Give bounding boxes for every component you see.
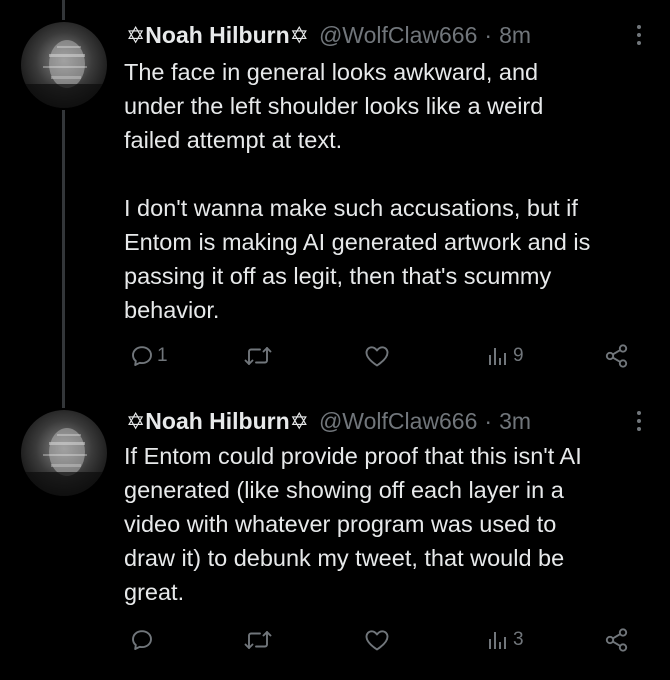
tweet-text-line: failed attempt at text. [124,127,343,153]
user-handle[interactable]: @WolfClaw666 [319,404,477,438]
action-bar: 3 [0,622,670,658]
tweet-text-line: behavior. [124,297,220,323]
tweet-text: If Entom could provide proof that this i… [124,439,658,609]
views-button[interactable]: 9 [486,338,524,374]
tweet-text: The face in general looks awkward, and u… [124,55,658,327]
user-handle[interactable]: @WolfClaw666 [319,18,477,52]
avatar[interactable] [21,22,107,108]
retweet-icon [244,631,272,649]
thread-line [62,0,65,20]
like-button[interactable] [364,338,390,374]
reply-icon [132,346,152,366]
tweet-text-line: under the left shoulder looks like a wei… [124,93,544,119]
views-icon [489,632,506,649]
retweet-button[interactable] [244,338,272,374]
reply-icon [132,630,152,650]
tweet-text-line: I don't wanna make such accusations, but… [124,195,578,221]
tweet-text-line: draw it) to debunk my tweet, that would … [124,545,565,571]
tweet[interactable]: ✡Noah Hilburn✡ @WolfClaw666 · 3m If Ento… [0,392,670,680]
action-bar: 1 9 [0,338,670,374]
separator-dot: · [484,408,493,434]
views-count: 9 [513,345,524,366]
tweet-text-line: generated (like showing off each layer i… [124,477,564,503]
share-icon [605,344,628,368]
share-button[interactable] [604,338,630,374]
retweet-icon [244,347,272,365]
views-count: 3 [513,629,524,650]
reply-count: 1 [157,345,168,366]
tweet-header: ✡Noah Hilburn✡ @WolfClaw666 · 8m [126,18,650,52]
like-icon [365,346,389,367]
share-icon [605,628,628,652]
tweet[interactable]: ✡Noah Hilburn✡ @WolfClaw666 · 8m The fac… [0,0,670,392]
tweet-text-line: video with whatever program was used to [124,511,557,537]
timestamp[interactable]: 8m [499,18,531,52]
separator-dot: · [484,22,493,48]
tweet-text-line: The face in general looks awkward, and [124,59,539,85]
tweet-text-line: great. [124,579,185,605]
thread-line [62,392,65,408]
avatar[interactable] [21,410,107,496]
display-name[interactable]: ✡Noah Hilburn✡ [126,404,309,438]
like-button[interactable] [364,622,390,658]
retweet-button[interactable] [244,622,272,658]
views-button[interactable]: 3 [486,622,524,658]
reply-button[interactable] [130,622,157,658]
tweet-header: ✡Noah Hilburn✡ @WolfClaw666 · 3m [126,404,650,438]
avatar-image [21,410,107,496]
tweet-text-line: passing it off as legit, then that's scu… [124,263,552,289]
like-icon [365,630,389,651]
tweet-text-line: If Entom could provide proof that this i… [124,443,582,469]
timestamp[interactable]: 3m [499,404,531,438]
avatar-image [21,22,107,108]
more-icon[interactable] [628,18,650,52]
tweet-text-line: Entom is making AI generated artwork and… [124,229,591,255]
reply-button[interactable]: 1 [130,338,168,374]
share-button[interactable] [604,622,630,658]
more-icon[interactable] [628,404,650,438]
views-icon [489,348,506,365]
display-name[interactable]: ✡Noah Hilburn✡ [126,18,309,52]
